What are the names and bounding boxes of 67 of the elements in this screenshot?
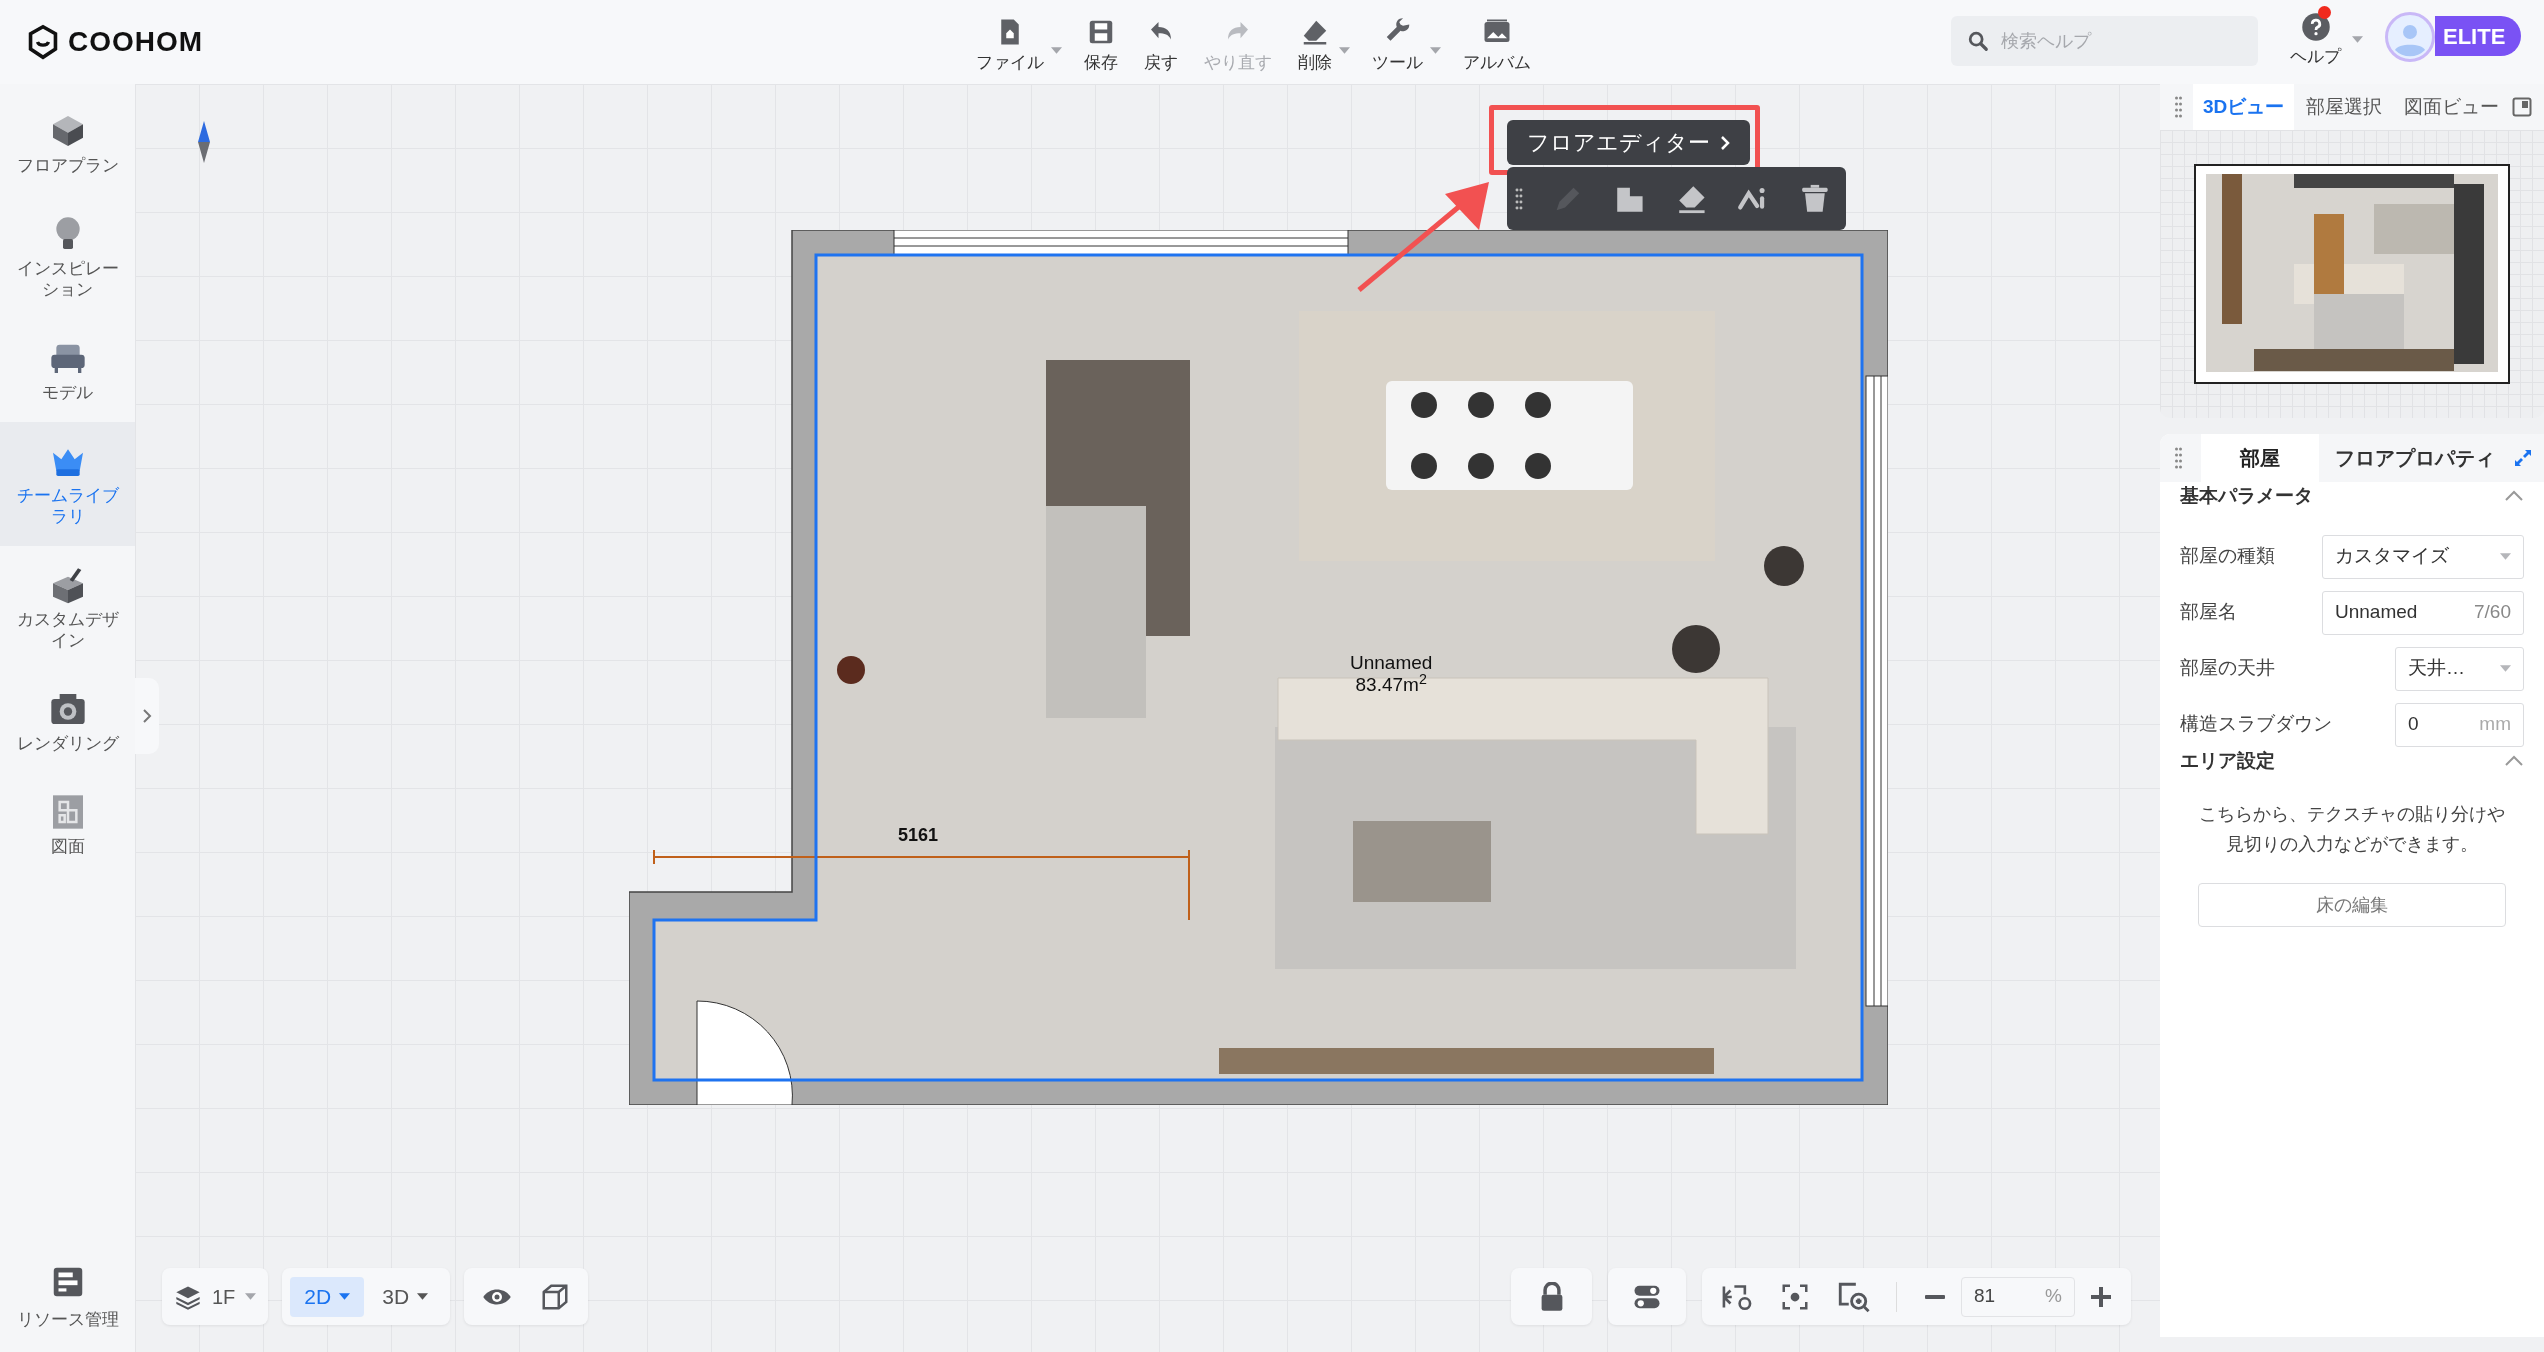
toggle-button[interactable]: [1608, 1268, 1686, 1325]
caret-icon: [2500, 665, 2511, 672]
plant-drawing: [837, 656, 865, 684]
chevron-right-icon: [142, 708, 152, 724]
edit-floor-button[interactable]: 床の編集: [2198, 883, 2506, 927]
sidebar-item[interactable]: インスピレーション: [0, 195, 135, 319]
toolbar-button[interactable]: ツール: [1364, 16, 1445, 76]
drag-handle-icon[interactable]: [1515, 187, 1523, 210]
view-tab[interactable]: 部屋選択: [2296, 84, 2393, 130]
caret-icon: [2500, 553, 2511, 560]
dropdown-field[interactable]: カスタマイズ: [2322, 534, 2524, 579]
section-description: こちらから、テクスチャの貼り分けや見切りの入力などができます。: [2198, 803, 2506, 856]
floor-editor-button[interactable]: フロアエディター: [1507, 120, 1750, 165]
logo-icon: [26, 24, 60, 60]
floor-lamp-drawing: [1764, 546, 1804, 586]
panel-toggle-icon[interactable]: [2512, 97, 2532, 117]
toolbar-button[interactable]: 保存: [1076, 16, 1126, 76]
properties-tab[interactable]: 部屋: [2201, 434, 2319, 482]
view-tab[interactable]: 図面ビュー: [2394, 84, 2510, 130]
sidebar-expand-handle[interactable]: [135, 678, 159, 754]
section-title: エリア設定: [2180, 748, 2275, 773]
drag-handle-icon[interactable]: [2174, 96, 2183, 118]
drag-handle-icon[interactable]: [2174, 447, 2183, 469]
toolbar-button[interactable]: 戻す: [1136, 16, 1186, 76]
caret-icon: [245, 1293, 257, 1300]
toolbar-button[interactable]: 削除: [1290, 16, 1354, 76]
caret-icon: [2352, 36, 2363, 43]
view-mode-tab[interactable]: 3D: [368, 1276, 443, 1317]
field-label: 部屋の天井: [2180, 656, 2275, 681]
dimension-label: 5161: [898, 824, 939, 847]
sidebar-item[interactable]: チームライブラリ: [0, 422, 135, 546]
view-tab[interactable]: 3Dビュー: [2193, 84, 2295, 130]
text-field[interactable]: Unnamed 7/60: [2322, 590, 2524, 635]
help-button[interactable]: ヘルプ: [2290, 12, 2367, 70]
sidebar-item[interactable]: カスタムデザイン: [0, 546, 135, 670]
view-mode-tab[interactable]: 2D: [290, 1276, 365, 1317]
sidebar-item[interactable]: リソース管理: [0, 1262, 135, 1332]
expand-icon[interactable]: [2514, 449, 2532, 467]
sidebar-item[interactable]: レンダリング: [0, 670, 135, 773]
number-field[interactable]: 0 mm: [2395, 702, 2524, 747]
toolbar-button[interactable]: アルバム: [1455, 16, 1539, 76]
compass-icon: [198, 121, 210, 163]
sidebar-item[interactable]: フロアプラン: [0, 92, 135, 195]
field-label: 構造スラブダウン: [2180, 712, 2332, 737]
dropdown-field[interactable]: 天井…: [2395, 646, 2524, 691]
logo-text: COOHOM: [68, 25, 204, 59]
chevron-up-icon[interactable]: [2504, 754, 2524, 767]
sidebar-item[interactable]: モデル: [0, 319, 135, 422]
floor-lamp-drawing: [1672, 625, 1720, 673]
lock-button[interactable]: [1511, 1268, 1592, 1325]
room-label: Unnamed 83.47m$^{2}$: [1350, 652, 1433, 696]
zoom-level-field[interactable]: 81 %: [1961, 1276, 2075, 1317]
chevron-up-icon[interactable]: [2504, 490, 2524, 503]
toolbar-button[interactable]: ファイル: [968, 16, 1066, 76]
properties-tab[interactable]: フロアプロパティ: [2319, 434, 2511, 482]
field-label: 部屋の種類: [2180, 544, 2275, 569]
field-label: 部屋名: [2180, 600, 2237, 625]
search-icon: [1967, 30, 1989, 52]
caret-icon: [417, 1293, 429, 1300]
chevron-right-icon: [1720, 134, 1730, 151]
elite-badge[interactable]: ELITE: [2435, 16, 2522, 56]
sidebar-item[interactable]: 図面: [0, 773, 135, 876]
help-icon: [2300, 12, 2331, 42]
section-title: 基本パラメータ: [2180, 484, 2313, 508]
floor-selector[interactable]: 1F: [162, 1268, 269, 1325]
caret-icon: [339, 1293, 351, 1300]
zoom-in-icon[interactable]: [2089, 1284, 2113, 1309]
